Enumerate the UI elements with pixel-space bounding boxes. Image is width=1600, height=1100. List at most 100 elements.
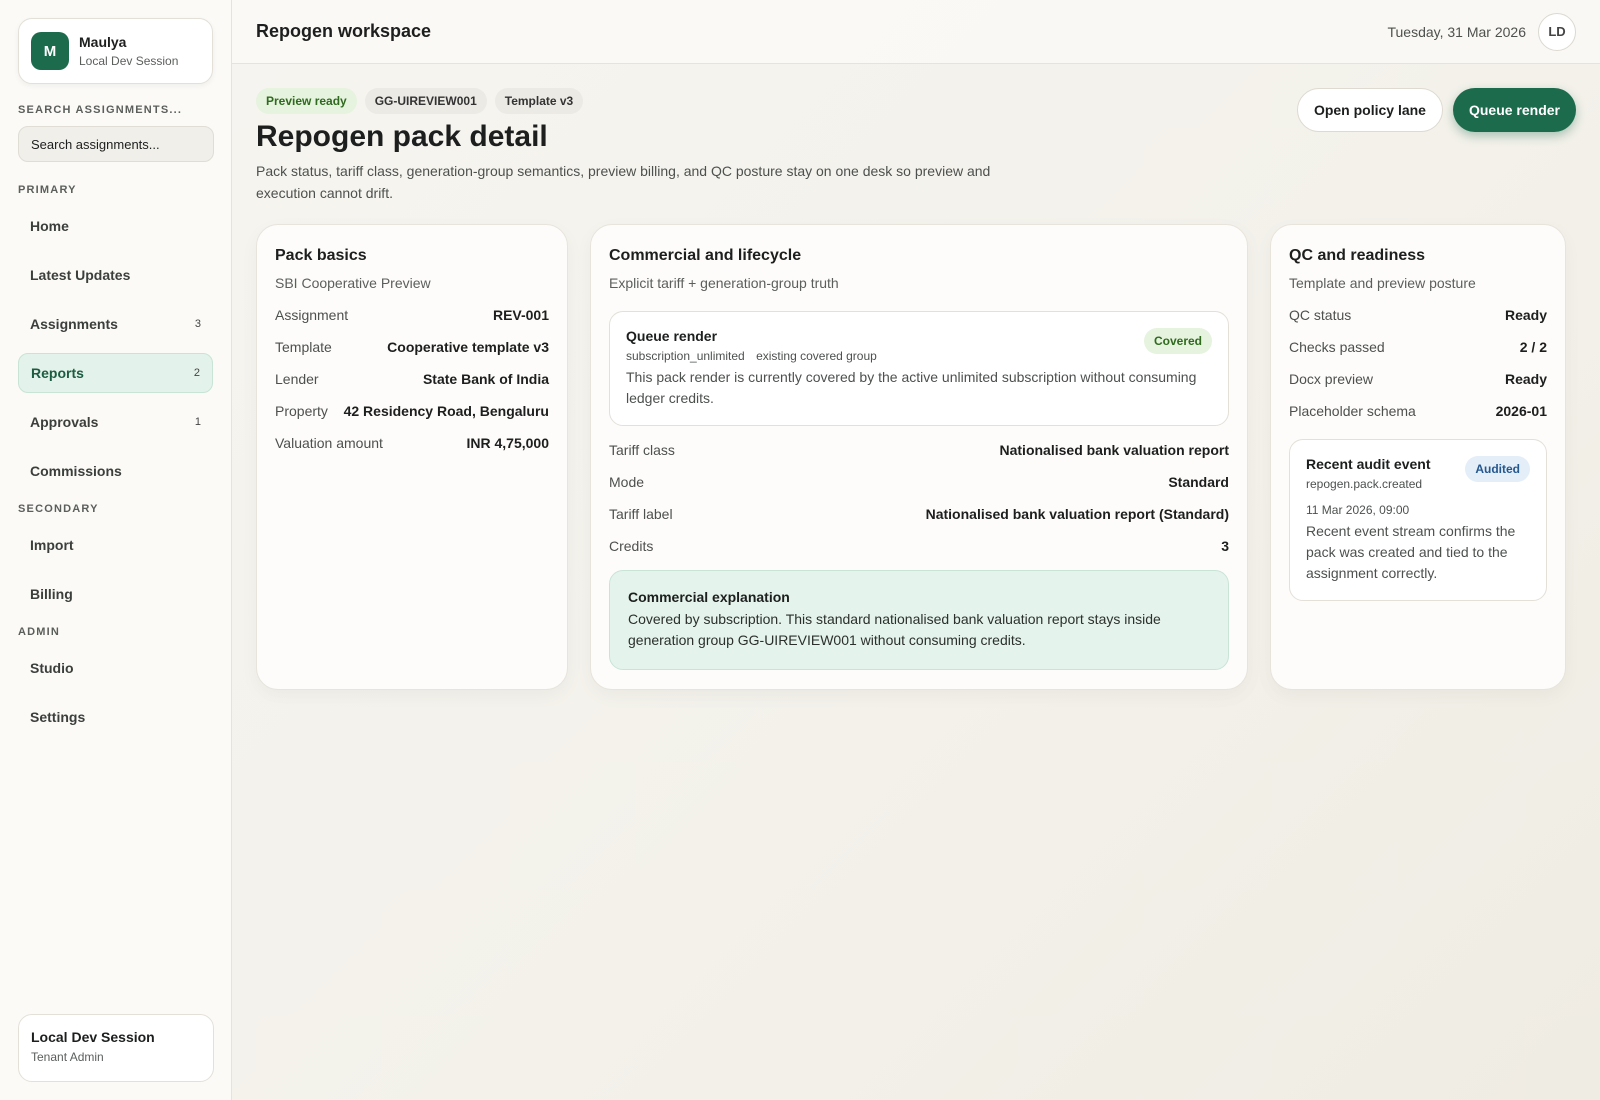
card-title: Pack basics — [275, 247, 367, 264]
nav-label: Import — [30, 537, 74, 553]
card-subtitle: Template and preview posture — [1289, 275, 1476, 291]
kv-row: Tariff class Nationalised bank valuation … — [609, 442, 1229, 458]
nav-count: 3 — [194, 318, 201, 330]
user-avatar: M — [31, 32, 69, 70]
sidebar: M Maulya Local Dev Session SEARCH ASSIGN… — [0, 0, 232, 1100]
primary-section-label: PRIMARY — [18, 184, 77, 196]
kv-key: Assignment — [275, 307, 349, 323]
chip-preview-status: Preview ready — [256, 88, 357, 114]
audit-event-box: Recent audit event repogen.pack.created … — [1289, 439, 1547, 601]
kv-row: QC status Ready — [1289, 307, 1547, 323]
kv-value: Nationalised bank valuation report — [999, 442, 1230, 458]
nav-item-settings[interactable]: Settings — [18, 697, 213, 737]
kv-key: Mode — [609, 474, 645, 490]
queue-render-meta: subscription_unlimited existing covered … — [626, 349, 1212, 363]
card-subtitle: Explicit tariff + generation-group truth — [609, 275, 839, 291]
header-actions: Open policy lane Queue render — [1296, 88, 1576, 132]
kv-value: REV-001 — [492, 307, 549, 323]
nav-label: Assignments — [30, 316, 118, 332]
kv-key: Checks passed — [1289, 339, 1385, 355]
chip-generation-group: GG-UIREVIEW001 — [364, 88, 487, 114]
queue-render-description: This pack render is currently covered by… — [626, 369, 1197, 406]
user-card[interactable]: M Maulya Local Dev Session — [18, 18, 213, 84]
kv-row: Valuation amount INR 4,75,000 — [275, 435, 549, 451]
user-name: Maulya — [79, 34, 127, 50]
kv-row: Lender State Bank of India — [275, 371, 549, 387]
user-session: Local Dev Session — [79, 54, 179, 68]
session-title: Local Dev Session — [31, 1029, 155, 1045]
cards-row: Pack basics SBI Cooperative Preview Assi… — [256, 224, 1576, 690]
kv-row: Placeholder schema 2026-01 — [1289, 403, 1547, 419]
coverage-mode: subscription_unlimited — [626, 349, 745, 363]
commercial-explanation-box: Commercial explanation Covered by subscr… — [609, 570, 1229, 670]
nav-item-home[interactable]: Home — [18, 206, 213, 246]
kv-row: Template Cooperative template v3 — [275, 339, 549, 355]
session-card[interactable]: Local Dev Session Tenant Admin — [18, 1014, 214, 1082]
kv-value: Ready — [1504, 371, 1547, 387]
nav-item-studio[interactable]: Studio — [18, 648, 213, 688]
kv-key: Placeholder schema — [1289, 403, 1416, 419]
nav-label: Reports — [31, 365, 84, 381]
nav-item-commissions[interactable]: Commissions — [18, 451, 213, 491]
nav-count: 2 — [193, 367, 200, 379]
coverage-group: existing covered group — [756, 349, 877, 363]
admin-section-label: ADMIN — [18, 626, 61, 638]
nav-item-import[interactable]: Import — [18, 525, 213, 565]
audit-description: Recent event stream confirms the pack wa… — [1306, 523, 1516, 581]
commercial-lifecycle-card: Commercial and lifecycle Explicit tariff… — [590, 224, 1248, 690]
nav-label: Billing — [30, 586, 73, 602]
workspace-title: Repogen workspace — [256, 21, 432, 41]
nav-label: Latest Updates — [30, 267, 131, 283]
kv-row: Tariff label Nationalised bank valuation … — [609, 506, 1229, 522]
kv-value: 2026-01 — [1495, 403, 1547, 419]
nav-item-reports[interactable]: Reports 2 — [18, 353, 213, 393]
kv-value: Standard — [1168, 474, 1229, 490]
card-title: QC and readiness — [1289, 247, 1426, 264]
audit-date: 11 Mar 2026, 09:00 — [1306, 503, 1410, 517]
kv-row: Checks passed 2 / 2 — [1289, 339, 1547, 355]
open-policy-lane-button[interactable]: Open policy lane — [1296, 88, 1443, 132]
kv-key: Lender — [275, 371, 319, 387]
queue-render-title: Queue render — [626, 328, 718, 344]
queue-render-box: Queue render subscription_unlimited exis… — [609, 311, 1229, 426]
nav-item-assignments[interactable]: Assignments 3 — [18, 304, 213, 344]
kv-key: QC status — [1289, 307, 1352, 323]
nav-label: Studio — [30, 660, 74, 676]
kv-key: Tariff label — [609, 506, 673, 522]
topbar: Repogen workspace Tuesday, 31 Mar 2026 L… — [232, 0, 1600, 64]
nav-item-latest-updates[interactable]: Latest Updates — [18, 255, 213, 295]
explanation-title: Commercial explanation — [628, 589, 790, 605]
kv-key: Template — [275, 339, 332, 355]
kv-row: Docx preview Ready — [1289, 371, 1547, 387]
covered-badge: Covered — [1143, 328, 1212, 354]
card-subtitle: SBI Cooperative Preview — [275, 275, 431, 291]
kv-value: State Bank of India — [422, 371, 549, 387]
kv-value: 2 / 2 — [1519, 339, 1547, 355]
kv-key: Credits — [609, 538, 654, 554]
queue-render-button[interactable]: Queue render — [1452, 88, 1576, 132]
search-label: SEARCH ASSIGNMENTS... — [18, 104, 183, 116]
kv-value: Cooperative template v3 — [387, 339, 549, 355]
secondary-section-label: SECONDARY — [18, 503, 99, 515]
user-avatar-button[interactable]: LD — [1538, 12, 1576, 51]
kv-row: Assignment REV-001 — [275, 307, 549, 323]
nav-item-billing[interactable]: Billing — [18, 574, 213, 614]
nav-label: Settings — [30, 709, 86, 725]
nav-count: 1 — [194, 416, 201, 428]
current-date: Tuesday, 31 Mar 2026 — [1387, 23, 1526, 40]
kv-key: Property — [275, 403, 328, 419]
nav-item-approvals[interactable]: Approvals 1 — [18, 402, 213, 442]
kv-value: Ready — [1504, 307, 1547, 323]
search-input[interactable] — [18, 126, 214, 162]
kv-key: Tariff class — [609, 442, 675, 458]
kv-value: 3 — [1221, 538, 1229, 554]
kv-value: 42 Residency Road, Bengaluru — [343, 403, 549, 419]
page-description: Pack status, tariff class, generation-gr… — [256, 163, 991, 201]
kv-row: Property 42 Residency Road, Bengaluru — [275, 403, 549, 419]
chip-template: Template v3 — [494, 88, 584, 114]
card-title: Commercial and lifecycle — [609, 247, 802, 264]
nav-label: Home — [30, 218, 69, 234]
pack-basics-card: Pack basics SBI Cooperative Preview Assi… — [256, 224, 568, 690]
kv-row: Mode Standard — [609, 474, 1229, 490]
main-content: Preview ready GG-UIREVIEW001 Template v3… — [256, 64, 1576, 690]
